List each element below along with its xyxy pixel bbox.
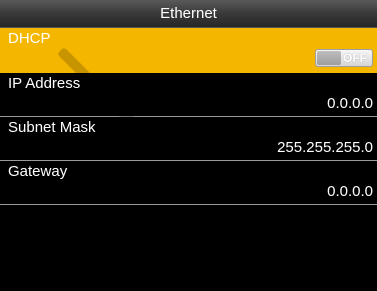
setting-value: 0.0.0.0 — [327, 95, 373, 112]
setting-row-gateway[interactable]: Gateway 0.0.0.0 — [0, 161, 377, 205]
toggle-knob — [317, 51, 341, 65]
setting-label: Gateway — [8, 163, 68, 180]
setting-value: 0.0.0.0 — [327, 183, 373, 200]
dhcp-toggle[interactable]: OFF — [315, 49, 373, 67]
toggle-state-text: OFF — [343, 51, 367, 65]
setting-row-ip-address[interactable]: IP Address 0.0.0.0 — [0, 73, 377, 117]
setting-value: 255.255.255.0 — [277, 139, 373, 156]
settings-list: DHCP OFF IP Address 0.0.0.0 Subnet Mask … — [0, 28, 377, 205]
screen-header: Ethernet — [0, 0, 377, 28]
setting-row-subnet-mask[interactable]: Subnet Mask 255.255.255.0 — [0, 117, 377, 161]
setting-label: Subnet Mask — [8, 119, 96, 136]
setting-label: IP Address — [8, 75, 81, 92]
screen-title: Ethernet — [160, 5, 217, 22]
setting-row-dhcp[interactable]: DHCP OFF — [0, 28, 377, 73]
setting-label: DHCP — [8, 30, 51, 47]
